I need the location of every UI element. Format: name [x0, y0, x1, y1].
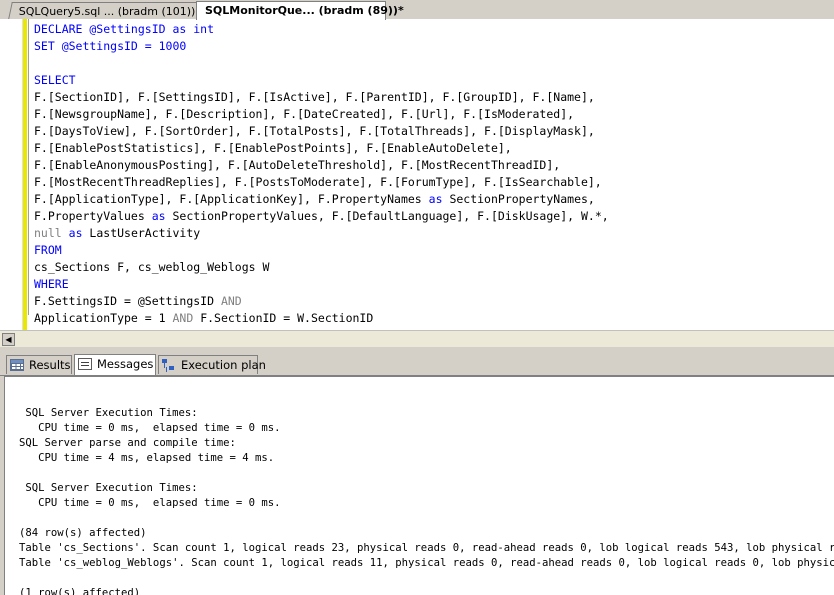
grid-icon — [10, 358, 24, 371]
tab-messages-label: Messages — [97, 357, 154, 371]
code-line: ApplicationType = 1 AND F.SectionID = W.… — [34, 310, 609, 327]
code-token: as — [428, 192, 443, 206]
tab-sqlmonitor-query[interactable]: SQLMonitorQue... (bradm (89))* — [196, 1, 404, 20]
code-line: cs_Sections F, cs_weblog_Weblogs W — [34, 259, 609, 276]
code-line: F.[EnableAnonymousPosting], F.[AutoDelet… — [34, 157, 609, 174]
scroll-left-arrow-icon[interactable]: ◀ — [2, 333, 15, 346]
code-token: F.[EnableAnonymousPosting], F.[AutoDelet… — [34, 158, 561, 172]
messages-pane[interactable]: SQL Server Execution Times: CPU time = 0… — [4, 376, 834, 595]
code-token: as — [151, 209, 166, 223]
code-token: cs_Sections F, cs_weblog_Weblogs W — [34, 260, 270, 274]
code-token: null — [34, 226, 62, 240]
code-token: AND — [172, 311, 194, 325]
code-line: F.[EnablePostStatistics], F.[EnablePostP… — [34, 140, 609, 157]
code-line: null as LastUserActivity — [34, 225, 609, 242]
messages-text: SQL Server Execution Times: CPU time = 0… — [19, 407, 834, 595]
code-token: F.[ApplicationType], F.[ApplicationKey],… — [34, 192, 429, 206]
code-token: as — [68, 226, 83, 240]
code-token: SET @SettingsID = 1000 — [34, 39, 187, 53]
query-editor[interactable]: DECLARE @SettingsID as int SET @SettingsI… — [0, 19, 834, 330]
change-tracking-bar — [23, 19, 27, 330]
code-token: SectionPropertyValues, F.[DefaultLanguag… — [165, 209, 609, 223]
code-token: DECLARE @SettingsID — [34, 22, 173, 36]
tab-results[interactable]: Results — [6, 355, 72, 374]
code-token: F.[NewsgroupName], F.[Description], F.[D… — [34, 107, 575, 121]
outlining-line — [28, 19, 29, 315]
code-token: LastUserActivity — [82, 226, 201, 240]
results-tab-strip: Results Messages Execution plan — [0, 353, 834, 376]
code-token: F.[MostRecentThreadReplies], F.[PostsToM… — [34, 175, 602, 189]
editor-gutter — [0, 19, 23, 330]
code-line: F.PropertyValues as SectionPropertyValue… — [34, 208, 609, 225]
code-token: AND — [220, 294, 242, 308]
code-line: DECLARE @SettingsID as int — [34, 21, 609, 38]
code-line: WHERE — [34, 276, 609, 293]
code-token: F.[DaysToView], F.[SortOrder], F.[TotalP… — [34, 124, 595, 138]
tab-messages[interactable]: Messages — [74, 354, 156, 375]
code-line: SET @SettingsID = 1000 — [34, 38, 609, 55]
code-token: F.SettingsID = @SettingsID — [34, 294, 221, 308]
code-token: SELECT — [34, 73, 76, 87]
tab-sqlquery5-label: SQLQuery5.sql ... (bradm (101)) — [18, 5, 196, 18]
code-token: F.SectionID = W.SectionID — [193, 311, 374, 325]
code-line: SELECT — [34, 72, 609, 89]
code-line: F.[DaysToView], F.[SortOrder], F.[TotalP… — [34, 123, 609, 140]
code-token: SectionPropertyNames, — [442, 192, 595, 206]
tab-sqlquery5[interactable]: SQLQuery5.sql ... (bradm (101)) — [8, 2, 202, 19]
code-token: F.PropertyValues — [34, 209, 152, 223]
code-token: F.[EnablePostStatistics], F.[EnablePostP… — [34, 141, 512, 155]
messages-icon — [78, 357, 92, 370]
code-token: WHERE — [34, 277, 69, 291]
editor-horizontal-scrollbar[interactable]: ◀ — [0, 330, 834, 348]
code-line: F.[MostRecentThreadReplies], F.[PostsToM… — [34, 174, 609, 191]
tab-execution-plan-label: Execution plan — [181, 358, 266, 372]
code-token: FROM — [34, 243, 62, 257]
sql-code[interactable]: DECLARE @SettingsID as int SET @SettingsI… — [34, 21, 609, 327]
execution-plan-icon — [162, 358, 176, 371]
tab-results-label: Results — [29, 358, 71, 372]
code-token: ApplicationType = 1 — [34, 311, 173, 325]
code-line: F.[SectionID], F.[SettingsID], F.[IsActi… — [34, 89, 609, 106]
tab-execution-plan[interactable]: Execution plan — [158, 355, 266, 374]
code-line: F.[NewsgroupName], F.[Description], F.[D… — [34, 106, 609, 123]
code-line: FROM — [34, 242, 609, 259]
code-line: F.[ApplicationType], F.[ApplicationKey],… — [34, 191, 609, 208]
code-line: F.SettingsID = @SettingsID AND — [34, 293, 609, 310]
code-token: as int — [172, 22, 215, 36]
tab-sqlmonitor-query-label: SQLMonitorQue... (bradm (89))* — [205, 4, 404, 17]
document-tab-strip: SQLQuery5.sql ... (bradm (101)) SQLMonit… — [0, 0, 834, 20]
code-token: F.[SectionID], F.[SettingsID], F.[IsActi… — [34, 90, 595, 104]
